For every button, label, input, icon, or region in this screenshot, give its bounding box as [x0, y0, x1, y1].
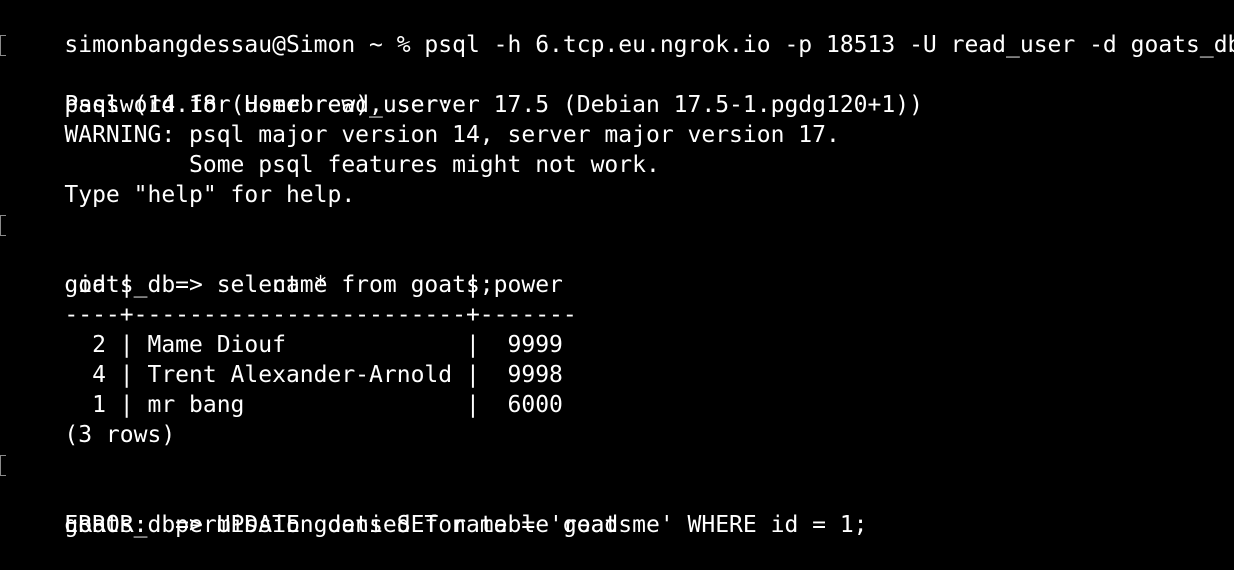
warning-detail-line: Some psql features might not work.	[0, 120, 1234, 178]
error-line: ERROR: permission denied for table goats	[0, 480, 1234, 538]
help-hint-line: Type "help" for help.	[0, 150, 1234, 208]
psql-version-line: psql (14.18 (Homebrew), server 17.5 (Deb…	[0, 60, 1234, 118]
password-prompt-line: Password for user read_user:	[0, 30, 1234, 118]
table-header-line: id | name | power	[0, 240, 1234, 298]
error-text: ERROR: permission denied for table goats	[64, 512, 633, 538]
line-marker-icon	[0, 455, 6, 476]
line-marker-icon	[0, 215, 6, 236]
warning-line: WARNING: psql major version 14, server m…	[0, 90, 1234, 148]
terminal-window[interactable]: simonbangdessau@Simon ~ % psql -h 6.tcp.…	[0, 0, 1234, 538]
row-count-line: (3 rows)	[0, 390, 1234, 448]
select-query-line: goats_db=> select * from goats;	[0, 210, 1234, 298]
table-row: 4 | Trent Alexander-Arnold | 9998	[0, 330, 1234, 388]
line-marker-icon	[0, 35, 6, 56]
shell-command-line: simonbangdessau@Simon ~ % psql -h 6.tcp.…	[0, 0, 1234, 58]
table-separator-line: ----+------------------------+-------	[0, 270, 1234, 328]
update-query-line: goats_db=> UPDATE goats SET name = 'read…	[0, 450, 1234, 538]
table-row: 1 | mr bang | 6000	[0, 360, 1234, 418]
table-row: 2 | Mame Diouf | 9999	[0, 300, 1234, 358]
